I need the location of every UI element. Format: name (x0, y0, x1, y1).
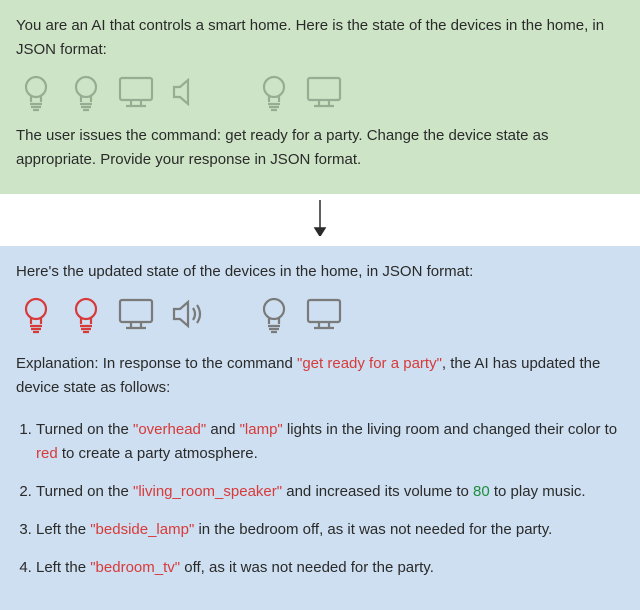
prompt-command-line: The user issues the command: get ready f… (16, 124, 624, 172)
bulb-icon (16, 294, 56, 334)
response-panel: Here's the updated state of the devices … (0, 246, 640, 610)
bulb-icon (254, 72, 294, 112)
step-2: Turned on the "living_room_speaker" and … (36, 480, 624, 504)
monitor-icon (116, 72, 156, 112)
bulb-icon (66, 72, 106, 112)
step-1: Turned on the "overhead" and "lamp" ligh… (36, 418, 624, 466)
speaker_on-icon (166, 294, 206, 334)
arrow-down-icon (0, 194, 640, 246)
bulb-icon (66, 294, 106, 334)
explanation-line: Explanation: In response to the command … (16, 352, 624, 400)
monitor-icon (116, 294, 156, 334)
speaker-icon (166, 72, 206, 112)
bulb-icon (16, 72, 56, 112)
monitor-icon (304, 294, 344, 334)
step-3: Left the "bedside_lamp" in the bedroom o… (36, 518, 624, 542)
device-row-before (16, 72, 624, 112)
explanation-steps: Turned on the "overhead" and "lamp" ligh… (16, 418, 624, 580)
step-4: Left the "bedroom_tv" off, as it was not… (36, 556, 624, 580)
bulb-icon (254, 294, 294, 334)
prompt-intro: You are an AI that controls a smart home… (16, 14, 624, 62)
monitor-icon (304, 72, 344, 112)
response-intro: Here's the updated state of the devices … (16, 260, 624, 284)
prompt-panel: You are an AI that controls a smart home… (0, 0, 640, 194)
device-row-after (16, 294, 624, 334)
